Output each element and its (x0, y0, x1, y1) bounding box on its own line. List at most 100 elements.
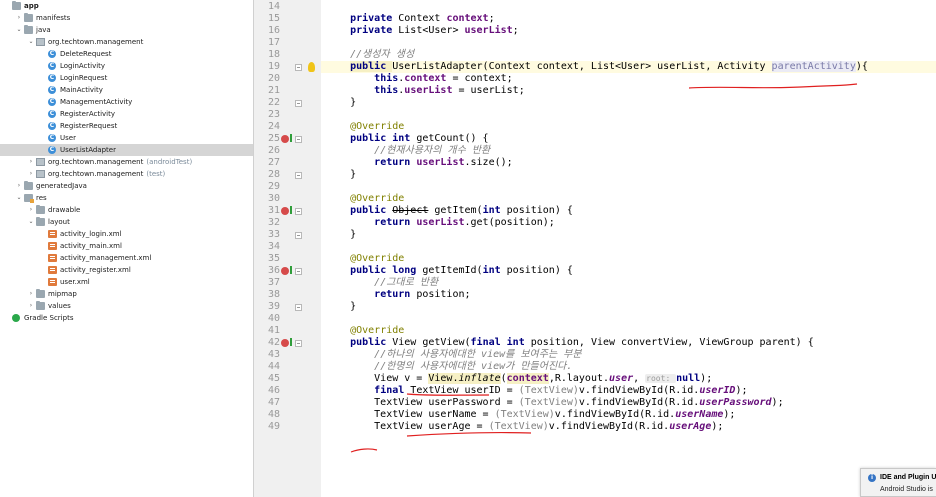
fold-toggle-icon[interactable] (295, 340, 302, 347)
code-line[interactable]: View v = View.inflate(context,R.layout.u… (321, 373, 936, 385)
code-line[interactable]: @Override (321, 325, 936, 337)
tree-item[interactable]: › org.techtown.management (androidTest) (0, 156, 253, 168)
code-line[interactable] (321, 181, 936, 193)
update-notification[interactable]: i IDE and Plugin Up Android Studio is (860, 468, 936, 497)
line-number: 15 (267, 13, 280, 24)
code-text: } (326, 229, 356, 241)
code-line[interactable]: } (321, 169, 936, 181)
code-line[interactable]: this.userList = userList; (321, 85, 936, 97)
tree-item[interactable]: C DeleteRequest (0, 48, 253, 60)
tree-item[interactable]: Gradle Scripts (0, 312, 253, 324)
tree-item[interactable]: C ManagementActivity (0, 96, 253, 108)
code-line[interactable] (321, 1, 936, 13)
override-method-icon[interactable] (281, 266, 292, 275)
tree-item[interactable]: ⌄ org.techtown.management (0, 36, 253, 48)
tree-item[interactable]: C LoginRequest (0, 72, 253, 84)
tree-item[interactable]: › manifests (0, 12, 253, 24)
tree-item[interactable]: activity_main.xml (0, 240, 253, 252)
code-line[interactable]: //하나의 사용자에대한 view를 보여주는 부분 (321, 349, 936, 361)
chevron-right-icon[interactable]: › (15, 180, 23, 192)
code-line[interactable]: public UserListAdapter(Context context, … (321, 61, 936, 73)
code-line[interactable] (321, 37, 936, 49)
code-line[interactable]: return userList.size(); (321, 157, 936, 169)
code-line[interactable]: private Context context; (321, 13, 936, 25)
code-line[interactable]: this.context = context; (321, 73, 936, 85)
chevron-right-icon[interactable]: › (27, 168, 35, 180)
code-line[interactable]: return position; (321, 289, 936, 301)
code-token: v.findViewById(R.id. (578, 397, 700, 408)
chevron-right-icon[interactable]: › (27, 288, 35, 300)
tree-item[interactable]: › drawable (0, 204, 253, 216)
chevron-down-icon[interactable]: ⌄ (15, 192, 23, 204)
fold-toggle-icon[interactable] (295, 100, 302, 107)
tree-item-text: RegisterActivity (60, 110, 115, 118)
override-method-icon[interactable] (281, 206, 292, 215)
code-token: return (374, 289, 417, 300)
code-line[interactable]: //한명의 사용자에대한 view가 만들어진다. (321, 361, 936, 373)
chevron-right-icon[interactable]: › (27, 300, 35, 312)
tree-item[interactable]: C MainActivity (0, 84, 253, 96)
chevron-right-icon[interactable]: › (15, 12, 23, 24)
tree-item[interactable]: ⌄ java (0, 24, 253, 36)
code-line[interactable]: public long getItemId(int position) { (321, 265, 936, 277)
fold-toggle-icon[interactable] (295, 172, 302, 179)
code-line[interactable]: TextView userPassword = (TextView)v.find… (321, 397, 936, 409)
code-line[interactable] (321, 313, 936, 325)
gutter-line: 15 (254, 13, 322, 25)
tree-item[interactable]: C User (0, 132, 253, 144)
tree-item[interactable]: › values (0, 300, 253, 312)
code-line[interactable]: @Override (321, 253, 936, 265)
chevron-down-icon[interactable]: ⌄ (15, 24, 23, 36)
code-line[interactable]: public int getCount() { (321, 133, 936, 145)
tree-item[interactable]: activity_login.xml (0, 228, 253, 240)
line-number: 34 (267, 241, 280, 252)
tree-item[interactable]: › org.techtown.management (test) (0, 168, 253, 180)
override-method-icon[interactable] (281, 134, 292, 143)
intention-bulb-icon[interactable] (308, 62, 315, 72)
fold-toggle-icon[interactable] (295, 208, 302, 215)
code-token: ){ (855, 61, 868, 72)
tree-item[interactable]: C RegisterActivity (0, 108, 253, 120)
tree-item[interactable]: ⌄ layout (0, 216, 253, 228)
code-line[interactable]: } (321, 301, 936, 313)
tree-item[interactable]: activity_register.xml (0, 264, 253, 276)
code-line[interactable]: final TextView userID = (TextView)v.find… (321, 385, 936, 397)
tree-item[interactable]: C RegisterRequest (0, 120, 253, 132)
fold-toggle-icon[interactable] (295, 268, 302, 275)
code-line[interactable] (321, 109, 936, 121)
code-line[interactable] (321, 241, 936, 253)
code-token: userList (416, 217, 465, 228)
fold-toggle-icon[interactable] (295, 232, 302, 239)
code-line[interactable]: public Object getItem(int position) { (321, 205, 936, 217)
tree-item[interactable]: › generatedJava (0, 180, 253, 192)
override-method-icon[interactable] (281, 338, 292, 347)
tree-item[interactable]: app (0, 0, 253, 12)
code-token: //하나의 사용자에대한 view를 보여주는 부분 (374, 349, 582, 360)
code-line[interactable]: @Override (321, 121, 936, 133)
code-line[interactable]: //현재사용자의 개수 반환 (321, 145, 936, 157)
code-line[interactable]: //그대로 반환 (321, 277, 936, 289)
code-line[interactable]: TextView userAge = (TextView)v.findViewB… (321, 421, 936, 433)
fold-toggle-icon[interactable] (295, 64, 302, 71)
tree-item[interactable]: ⌄ res (0, 192, 253, 204)
tree-item[interactable]: C UserListAdapter (0, 144, 253, 156)
chevron-right-icon[interactable]: › (27, 204, 35, 216)
tree-item[interactable]: C LoginActivity (0, 60, 253, 72)
code-line[interactable]: @Override (321, 193, 936, 205)
code-line[interactable]: return userList.get(position); (321, 217, 936, 229)
chevron-right-icon[interactable]: › (27, 156, 35, 168)
code-line[interactable]: } (321, 97, 936, 109)
code-line[interactable]: } (321, 229, 936, 241)
tree-item[interactable]: › mipmap (0, 288, 253, 300)
code-line[interactable]: private List<User> userList; (321, 25, 936, 37)
tree-item[interactable]: user.xml (0, 276, 253, 288)
fold-toggle-icon[interactable] (295, 304, 302, 311)
chevron-down-icon[interactable]: ⌄ (27, 36, 35, 48)
code-line[interactable]: TextView userName = (TextView)v.findView… (321, 409, 936, 421)
code-line[interactable]: //생성자 생성 (321, 49, 936, 61)
tree-item[interactable]: activity_management.xml (0, 252, 253, 264)
fold-toggle-icon[interactable] (295, 136, 302, 143)
chevron-down-icon[interactable]: ⌄ (27, 216, 35, 228)
code-editor[interactable]: private Context context; private List<Us… (321, 0, 936, 497)
code-line[interactable]: public View getView(final int position, … (321, 337, 936, 349)
